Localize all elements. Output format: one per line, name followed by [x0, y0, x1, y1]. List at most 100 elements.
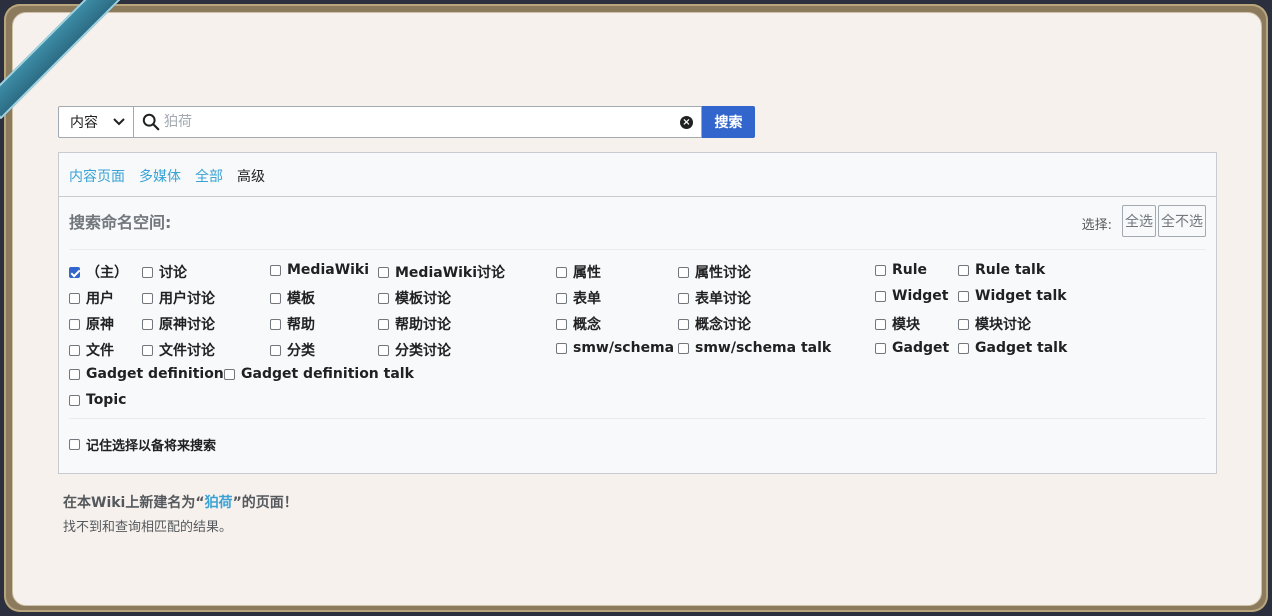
namespace-checkbox-item[interactable]: Gadget talk: [958, 340, 1067, 356]
namespace-label: 模块: [892, 317, 920, 333]
checkbox[interactable]: [69, 318, 80, 330]
namespace-checkbox-item[interactable]: MediaWiki: [270, 262, 369, 278]
remember-selection-checkbox[interactable]: 记住选择以备将来搜索: [69, 435, 216, 454]
checkbox[interactable]: [875, 342, 886, 354]
checkbox[interactable]: [142, 292, 153, 304]
namespace-label: 分类讨论: [395, 343, 451, 359]
checkbox[interactable]: [224, 368, 235, 380]
namespace-title: 搜索命名空间:: [69, 213, 172, 232]
checkbox[interactable]: [378, 318, 389, 330]
checkbox[interactable]: [556, 266, 567, 278]
namespace-label: 表单: [573, 291, 601, 307]
namespace-checkbox-item[interactable]: 模块讨论: [958, 314, 1031, 334]
tab-content-pages[interactable]: 内容页面: [69, 166, 125, 196]
namespace-checkbox-item[interactable]: Gadget definition talk: [224, 366, 414, 382]
namespace-checkbox-item[interactable]: 原神: [69, 314, 114, 334]
namespace-checkbox-item[interactable]: 文件讨论: [142, 340, 215, 360]
checkbox[interactable]: [270, 292, 281, 304]
page: 内容 × 搜索 内容页面 多媒体 全部 高级 搜索命名空间: 选择: 全选 全不…: [12, 12, 1262, 606]
namespace-checkbox-item[interactable]: MediaWiki讨论: [378, 262, 505, 282]
clear-icon[interactable]: ×: [680, 115, 693, 129]
checkbox[interactable]: [678, 318, 689, 330]
checkbox[interactable]: [556, 342, 567, 354]
checkbox[interactable]: [270, 344, 281, 356]
checkbox[interactable]: [958, 318, 969, 330]
namespace-checkbox-item[interactable]: 表单讨论: [678, 288, 751, 308]
namespace-checkbox-item[interactable]: 文件: [69, 340, 114, 360]
namespace-label: Topic: [86, 392, 127, 408]
tab-all[interactable]: 全部: [195, 166, 223, 196]
namespace-checkbox-item[interactable]: 分类: [270, 340, 315, 360]
namespace-checkbox-item[interactable]: 属性讨论: [678, 262, 751, 282]
checkbox[interactable]: [142, 318, 153, 330]
namespace-checkbox-item[interactable]: 用户: [69, 288, 114, 308]
namespace-checkbox-item[interactable]: 模板: [270, 288, 315, 308]
namespace-label: 属性讨论: [695, 265, 751, 281]
checkbox[interactable]: [270, 264, 281, 276]
checkbox[interactable]: [69, 344, 80, 356]
namespace-checkbox-item[interactable]: Rule: [875, 262, 927, 278]
create-page-link[interactable]: 狛荷: [205, 495, 233, 511]
checkbox[interactable]: [69, 394, 80, 406]
checkbox[interactable]: [142, 344, 153, 356]
checkbox[interactable]: [556, 292, 567, 304]
namespace-label: Gadget: [892, 340, 950, 356]
checkbox[interactable]: [678, 292, 689, 304]
namespace-checkbox-item[interactable]: 帮助: [270, 314, 315, 334]
select-none-button[interactable]: 全不选: [1158, 205, 1206, 237]
checkbox-checked[interactable]: [69, 266, 80, 278]
chevron-down-icon: [113, 118, 125, 126]
namespace-label: 模板: [287, 291, 315, 307]
namespace-checkbox-item[interactable]: 讨论: [142, 262, 187, 282]
search-box: ×: [134, 106, 702, 138]
checkbox[interactable]: [678, 266, 689, 278]
namespace-checkbox-item[interactable]: 概念: [556, 314, 601, 334]
namespace-checkbox-item[interactable]: 分类讨论: [378, 340, 451, 360]
checkbox[interactable]: [378, 292, 389, 304]
namespace-label: MediaWiki讨论: [395, 265, 506, 281]
checkbox[interactable]: [142, 266, 153, 278]
namespace-checkbox-item[interactable]: Topic: [69, 392, 126, 408]
checkbox[interactable]: [958, 290, 969, 302]
namespace-label: 概念: [573, 317, 601, 333]
select-all-button[interactable]: 全选: [1122, 205, 1156, 237]
checkbox[interactable]: [69, 292, 80, 304]
namespace-checkbox-item[interactable]: 模板讨论: [378, 288, 451, 308]
checkbox[interactable]: [958, 342, 969, 354]
namespace-checkbox-item[interactable]: 表单: [556, 288, 601, 308]
checkbox[interactable]: [378, 344, 389, 356]
namespace-checkbox-item[interactable]: 原神讨论: [142, 314, 215, 334]
namespace-checkbox-item[interactable]: 模块: [875, 314, 920, 334]
search-input[interactable]: [160, 113, 680, 131]
namespace-checkbox-item[interactable]: 用户讨论: [142, 288, 215, 308]
namespace-checkbox-item[interactable]: Widget: [875, 288, 948, 304]
checkbox[interactable]: [958, 264, 969, 276]
namespace-checkbox-item[interactable]: 属性: [556, 262, 601, 282]
namespace-label: 讨论: [159, 265, 187, 281]
namespace-checkbox-item[interactable]: smw/schema: [556, 340, 674, 356]
namespace-checkbox-item[interactable]: 帮助讨论: [378, 314, 451, 334]
checkbox[interactable]: [875, 290, 886, 302]
namespace-select[interactable]: 内容: [58, 106, 134, 138]
checkbox[interactable]: [378, 266, 389, 278]
checkbox[interactable]: [69, 439, 80, 450]
checkbox[interactable]: [556, 318, 567, 330]
namespace-checkbox-item[interactable]: Gadget definition: [69, 366, 224, 382]
tab-advanced[interactable]: 高级: [237, 166, 265, 196]
namespace-label: Gadget definition: [86, 366, 224, 382]
namespace-checkbox-item[interactable]: Widget talk: [958, 288, 1067, 304]
checkbox[interactable]: [270, 318, 281, 330]
namespace-checkbox-item[interactable]: 概念讨论: [678, 314, 751, 334]
search-button[interactable]: 搜索: [702, 106, 755, 138]
search-profile-tabs: 内容页面 多媒体 全部 高级: [59, 153, 1216, 197]
checkbox[interactable]: [875, 264, 886, 276]
namespace-checkbox-item[interactable]: （主）: [69, 262, 128, 282]
checkbox[interactable]: [69, 368, 80, 380]
namespace-checkbox-item[interactable]: Rule talk: [958, 262, 1045, 278]
checkbox[interactable]: [875, 318, 886, 330]
tab-multimedia[interactable]: 多媒体: [139, 166, 181, 196]
create-page-notice: 在本Wiki上新建名为“狛荷”的页面！: [63, 492, 298, 512]
namespace-checkbox-item[interactable]: smw/schema talk: [678, 340, 831, 356]
checkbox[interactable]: [678, 342, 689, 354]
namespace-checkbox-item[interactable]: Gadget: [875, 340, 949, 356]
